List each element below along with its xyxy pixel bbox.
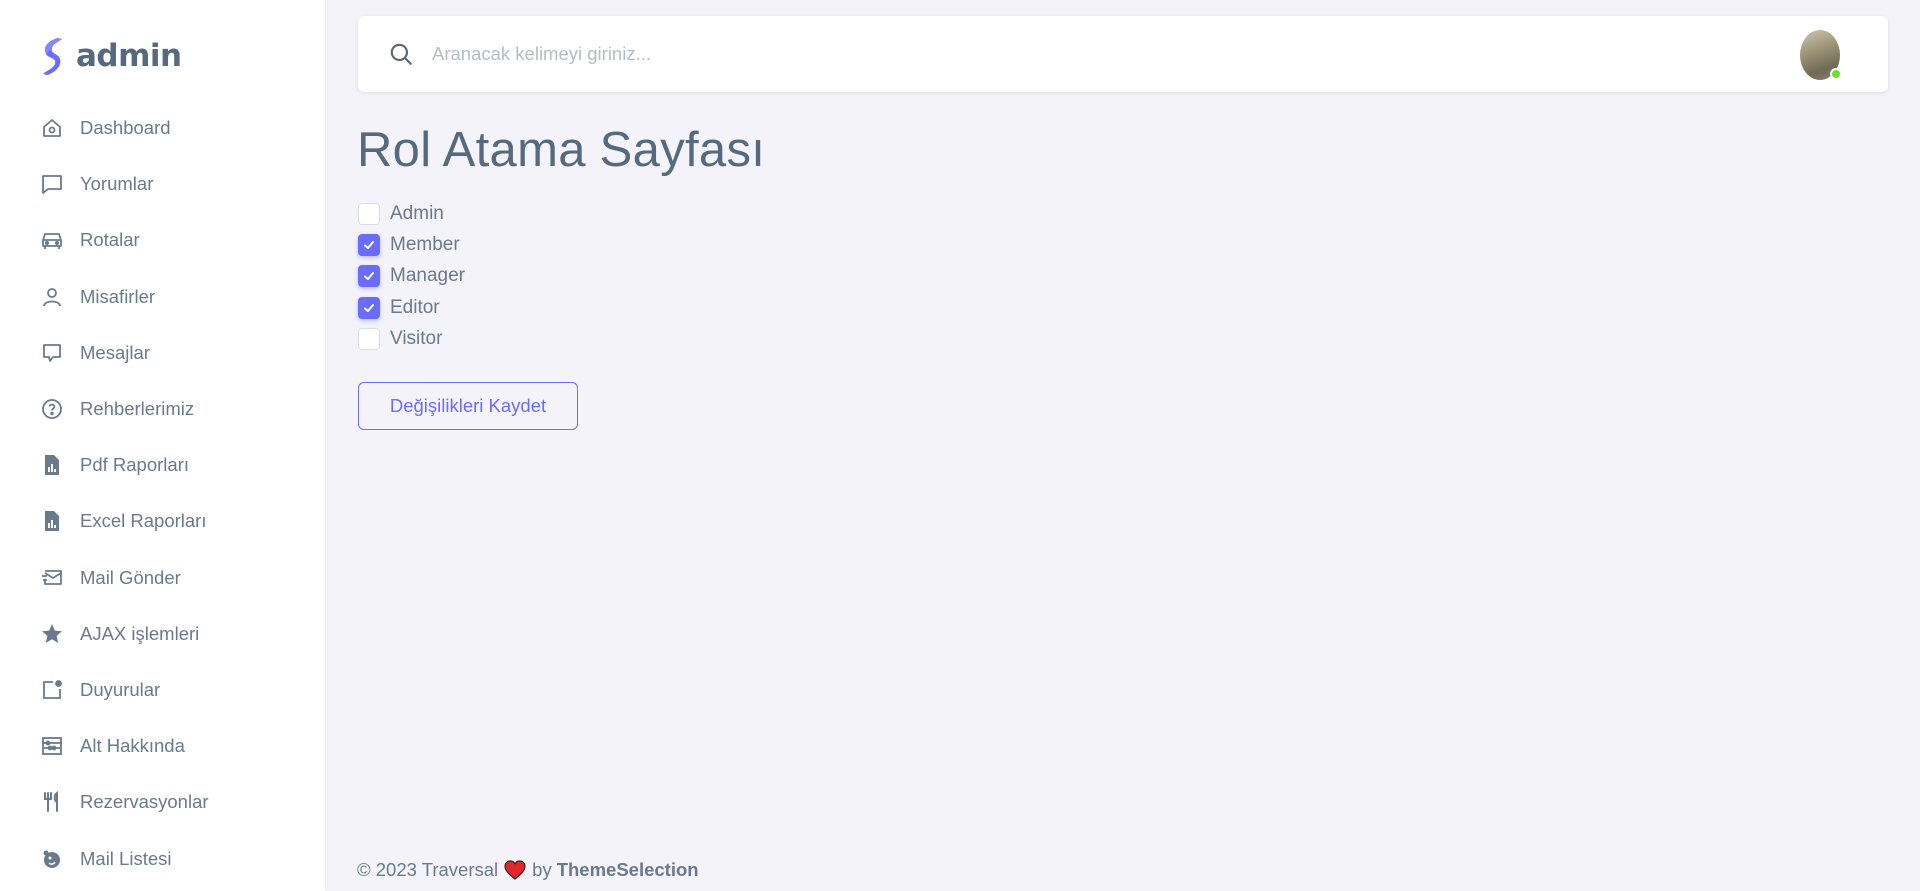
sidebar-item-mail-gonder[interactable]: Mail Gönder [0, 550, 325, 606]
role-label: Manager [390, 265, 465, 287]
check-icon [364, 272, 374, 281]
role-label: Visitor [390, 327, 443, 349]
role-option-admin[interactable]: Admin [358, 198, 465, 229]
sidebar-item-label: Alt Hakkında [80, 735, 185, 757]
sidebar-item-excel-raporlari[interactable]: Excel Raporları [0, 493, 325, 549]
notification-icon [40, 678, 64, 702]
check-icon [364, 240, 374, 249]
sidebar-item-yorumlar[interactable]: Yorumlar [0, 156, 325, 212]
sidebar-item-label: Duyurular [80, 678, 161, 700]
sidebar-menu: Dashboard Yorumlar Rotalar Misafirler Me… [0, 100, 325, 887]
save-changes-button[interactable]: Değişilikleri Kaydet [358, 382, 578, 430]
sidebar-item-ajax-islemleri[interactable]: AJAX işlemleri [0, 606, 325, 662]
role-option-manager[interactable]: Manager [358, 261, 465, 292]
checkbox[interactable] [358, 233, 380, 256]
checkbox[interactable] [358, 265, 380, 288]
checkbox[interactable] [358, 202, 380, 225]
heart-icon [504, 860, 526, 880]
role-label: Editor [390, 296, 440, 318]
checkbox[interactable] [358, 296, 380, 319]
role-list: Admin Member Manager Editor Visitor [358, 198, 465, 354]
sidebar-item-label: Dashboard [80, 117, 171, 139]
footer-by: by [532, 859, 552, 880]
user-icon [40, 285, 64, 309]
home-icon [40, 116, 64, 140]
brand[interactable]: admin [38, 36, 182, 76]
mail-send-icon [40, 566, 64, 590]
sidebar-item-pdf-raporlari[interactable]: Pdf Raporları [0, 437, 325, 493]
footer-copyright: © 2023 Traversal [357, 859, 499, 880]
sidebar-item-rehberlerimiz[interactable]: Rehberlerimiz [0, 381, 325, 437]
star-icon [40, 622, 64, 646]
sidebar: admin Dashboard Yorumlar Rotalar Misafir… [0, 0, 325, 891]
sidebar-item-rezervasyonlar[interactable]: Rezervasyonlar [0, 774, 325, 830]
sidebar-item-mesajlar[interactable]: Mesajlar [0, 325, 325, 381]
brand-name: admin [76, 38, 182, 74]
sidebar-item-label: Rezervasyonlar [80, 791, 209, 813]
file-report-icon [40, 453, 64, 477]
top-navbar [358, 16, 1888, 92]
sidebar-item-rotalar[interactable]: Rotalar [0, 212, 325, 268]
comment-icon [40, 172, 64, 196]
sidebar-item-label: Mesajlar [80, 341, 150, 363]
mailchimp-icon [40, 847, 64, 871]
sidebar-item-misafirler[interactable]: Misafirler [0, 269, 325, 325]
sidebar-item-dashboard[interactable]: Dashboard [0, 100, 325, 156]
check-icon [364, 303, 374, 312]
sidebar-item-label: Mail Listesi [80, 847, 172, 869]
sidebar-item-label: Misafirler [80, 285, 156, 307]
restaurant-icon [40, 790, 64, 814]
sidebar-item-label: Mail Gönder [80, 566, 181, 588]
sidebar-item-mail-listesi[interactable]: Mail Listesi [0, 830, 325, 886]
role-option-editor[interactable]: Editor [358, 292, 465, 323]
sidebar-item-label: Excel Raporları [80, 510, 207, 532]
role-label: Member [390, 233, 460, 255]
sidebar-item-label: AJAX işlemleri [80, 622, 200, 644]
sidebar-item-label: Rehberlerimiz [80, 398, 195, 420]
search-input[interactable] [432, 36, 1432, 72]
checkbox[interactable] [358, 327, 380, 350]
abacus-icon [40, 734, 64, 758]
sidebar-item-duyurular[interactable]: Duyurular [0, 662, 325, 718]
sidebar-item-alt-hakkinda[interactable]: Alt Hakkında [0, 718, 325, 774]
file-report-icon [40, 509, 64, 533]
page-title: Rol Atama Sayfası [357, 123, 766, 177]
help-circle-icon [40, 397, 64, 421]
sidebar-item-label: Yorumlar [80, 173, 154, 195]
footer: © 2023 Traversal by ThemeSelection [357, 858, 699, 882]
brand-logo-icon [43, 38, 62, 75]
sidebar-item-label: Pdf Raporları [80, 454, 189, 476]
role-label: Admin [390, 202, 444, 224]
footer-brand-link[interactable]: ThemeSelection [557, 859, 699, 881]
search-icon[interactable] [388, 41, 414, 67]
sidebar-item-label: Rotalar [80, 229, 140, 251]
role-option-member[interactable]: Member [358, 229, 465, 260]
role-option-visitor[interactable]: Visitor [358, 323, 465, 354]
message-icon [40, 341, 64, 365]
car-icon [40, 228, 64, 252]
online-status-dot [1830, 68, 1842, 80]
